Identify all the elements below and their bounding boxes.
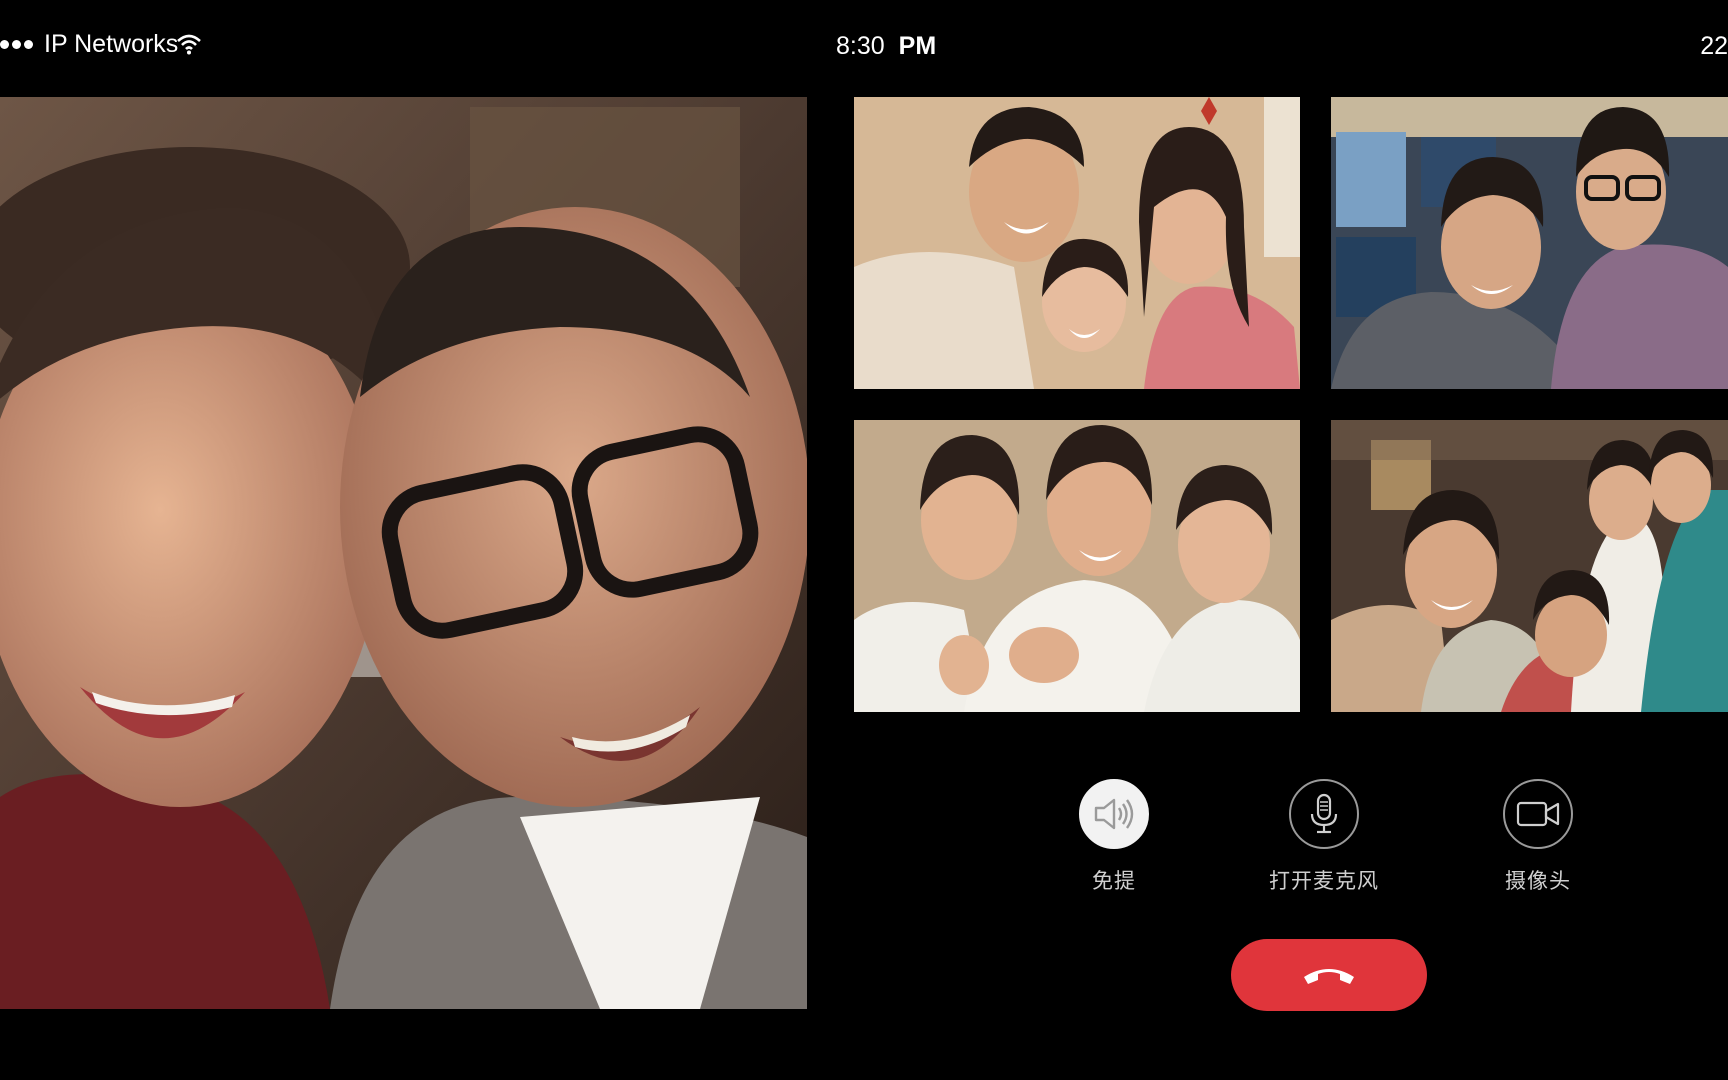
camera-control: 摄像头 bbox=[1458, 779, 1618, 895]
video-camera-icon bbox=[1516, 801, 1560, 827]
camera-label: 摄像头 bbox=[1505, 869, 1571, 893]
speaker-button[interactable] bbox=[1079, 779, 1149, 849]
speaker-label: 免提 bbox=[1092, 869, 1136, 893]
video-call-screen: IP Networks 8:30 PM 22 免提 打开麦克风 摄像头 bbox=[0, 0, 1728, 1080]
participant-tile-friends[interactable] bbox=[1331, 420, 1728, 712]
phone-hangup-icon bbox=[1304, 969, 1354, 984]
status-bar: IP Networks 8:30 PM 22 bbox=[0, 0, 1728, 96]
clock-ampm: PM bbox=[898, 32, 937, 60]
participant-tile-family[interactable] bbox=[854, 97, 1300, 389]
carrier-name: IP Networks bbox=[44, 30, 179, 58]
participant-tile-doctors[interactable] bbox=[854, 420, 1300, 712]
wifi-icon bbox=[176, 33, 202, 59]
coworkers-video-feed-icon bbox=[1331, 97, 1728, 389]
clock-time: 8:30 bbox=[836, 32, 885, 60]
camera-button[interactable] bbox=[1503, 779, 1573, 849]
speaker-control: 免提 bbox=[1034, 779, 1194, 895]
battery-level: 22 bbox=[1700, 32, 1728, 60]
signal-strength-icon bbox=[0, 40, 33, 49]
status-clock: 8:30 PM bbox=[836, 32, 936, 61]
speaker-icon bbox=[1094, 798, 1134, 830]
friends-video-feed-icon bbox=[1331, 420, 1728, 712]
main-video-feed[interactable] bbox=[0, 97, 807, 1009]
elderly-couple-video-feed-icon bbox=[0, 97, 807, 1009]
microphone-icon bbox=[1310, 793, 1338, 834]
microphone-button[interactable] bbox=[1289, 779, 1359, 849]
participant-tile-coworkers[interactable] bbox=[1331, 97, 1728, 389]
family-video-feed-icon bbox=[854, 97, 1300, 389]
microphone-control: 打开麦克风 bbox=[1244, 779, 1404, 895]
microphone-label: 打开麦克风 bbox=[1269, 869, 1379, 893]
hangup-button[interactable] bbox=[1231, 939, 1427, 1011]
doctors-video-feed-icon bbox=[854, 420, 1300, 712]
